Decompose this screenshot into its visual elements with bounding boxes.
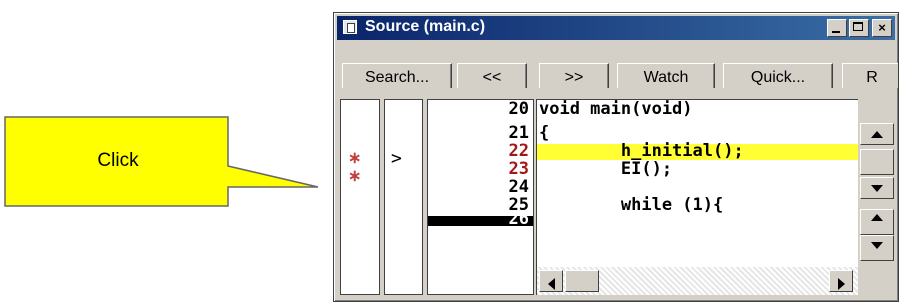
quick-button[interactable]: Quick... — [723, 63, 833, 88]
line-number: 26 — [508, 216, 529, 226]
page-up-icon — [871, 214, 883, 221]
line-number: 23 — [508, 159, 529, 179]
line-number: 24 — [508, 177, 529, 197]
breakpoint-marker[interactable]: ∗ — [348, 148, 361, 168]
window-title: Source (main.c) — [365, 18, 486, 35]
execution-column[interactable]: > — [384, 99, 423, 295]
line-number: 25 — [508, 195, 529, 215]
code-line[interactable]: while (1){ — [539, 197, 723, 214]
maximize-button[interactable] — [849, 19, 869, 37]
code-line[interactable]: EI(); — [539, 161, 672, 178]
down-arrow-icon — [871, 185, 883, 192]
line-number: 21 — [508, 123, 529, 143]
back-button[interactable]: << — [457, 63, 527, 88]
scroll-down-button[interactable] — [860, 177, 894, 199]
vertical-scrollbar[interactable] — [858, 99, 896, 267]
left-arrow-icon — [547, 278, 555, 290]
code-area[interactable]: void main(void) { h_initial(); EI(); whi… — [536, 99, 858, 267]
watch-button[interactable]: Watch — [617, 63, 715, 88]
line-number: 20 — [508, 99, 529, 119]
source-window: Source (main.c) × Search... << >> Watch … — [333, 12, 899, 302]
page-up-button[interactable] — [860, 209, 894, 235]
close-button[interactable]: × — [872, 19, 892, 37]
minimize-button[interactable] — [827, 19, 847, 37]
line-number-column[interactable]: 20 21 22 23 24 25 26 — [427, 99, 534, 295]
code-line[interactable]: h_initial(); — [539, 143, 744, 160]
scroll-thumb[interactable] — [860, 149, 894, 175]
page-down-button[interactable] — [860, 235, 894, 261]
current-line-arrow: > — [391, 148, 402, 169]
scroll-up-button[interactable] — [860, 123, 894, 145]
code-line[interactable]: { — [539, 125, 549, 142]
right-arrow-icon — [837, 278, 845, 290]
scroll-right-button[interactable] — [829, 270, 853, 292]
breakpoint-marker[interactable]: ∗ — [348, 166, 361, 186]
window-icon[interactable] — [343, 20, 357, 34]
search-button[interactable]: Search... — [342, 63, 452, 88]
breakpoint-column[interactable]: ∗ ∗ — [340, 99, 380, 295]
code-line[interactable]: void main(void) — [539, 101, 693, 118]
callout-text: Click — [97, 150, 139, 171]
current-line-number: 26 — [428, 216, 533, 226]
r-button[interactable]: R — [842, 63, 898, 88]
horizontal-scrollbar[interactable] — [536, 267, 858, 295]
scroll-left-button[interactable] — [539, 270, 563, 292]
title-bar[interactable]: Source (main.c) × — [337, 16, 895, 40]
toolbar: Search... << >> Watch Quick... R — [337, 46, 898, 88]
horizontal-scroll-thumb[interactable] — [565, 270, 599, 292]
forward-button[interactable]: >> — [539, 63, 609, 88]
up-arrow-icon — [871, 131, 883, 138]
page-down-icon — [871, 242, 883, 249]
line-number: 22 — [508, 141, 529, 161]
source-panel: ∗ ∗ > 20 21 22 23 24 25 26 void main(voi… — [340, 99, 896, 295]
